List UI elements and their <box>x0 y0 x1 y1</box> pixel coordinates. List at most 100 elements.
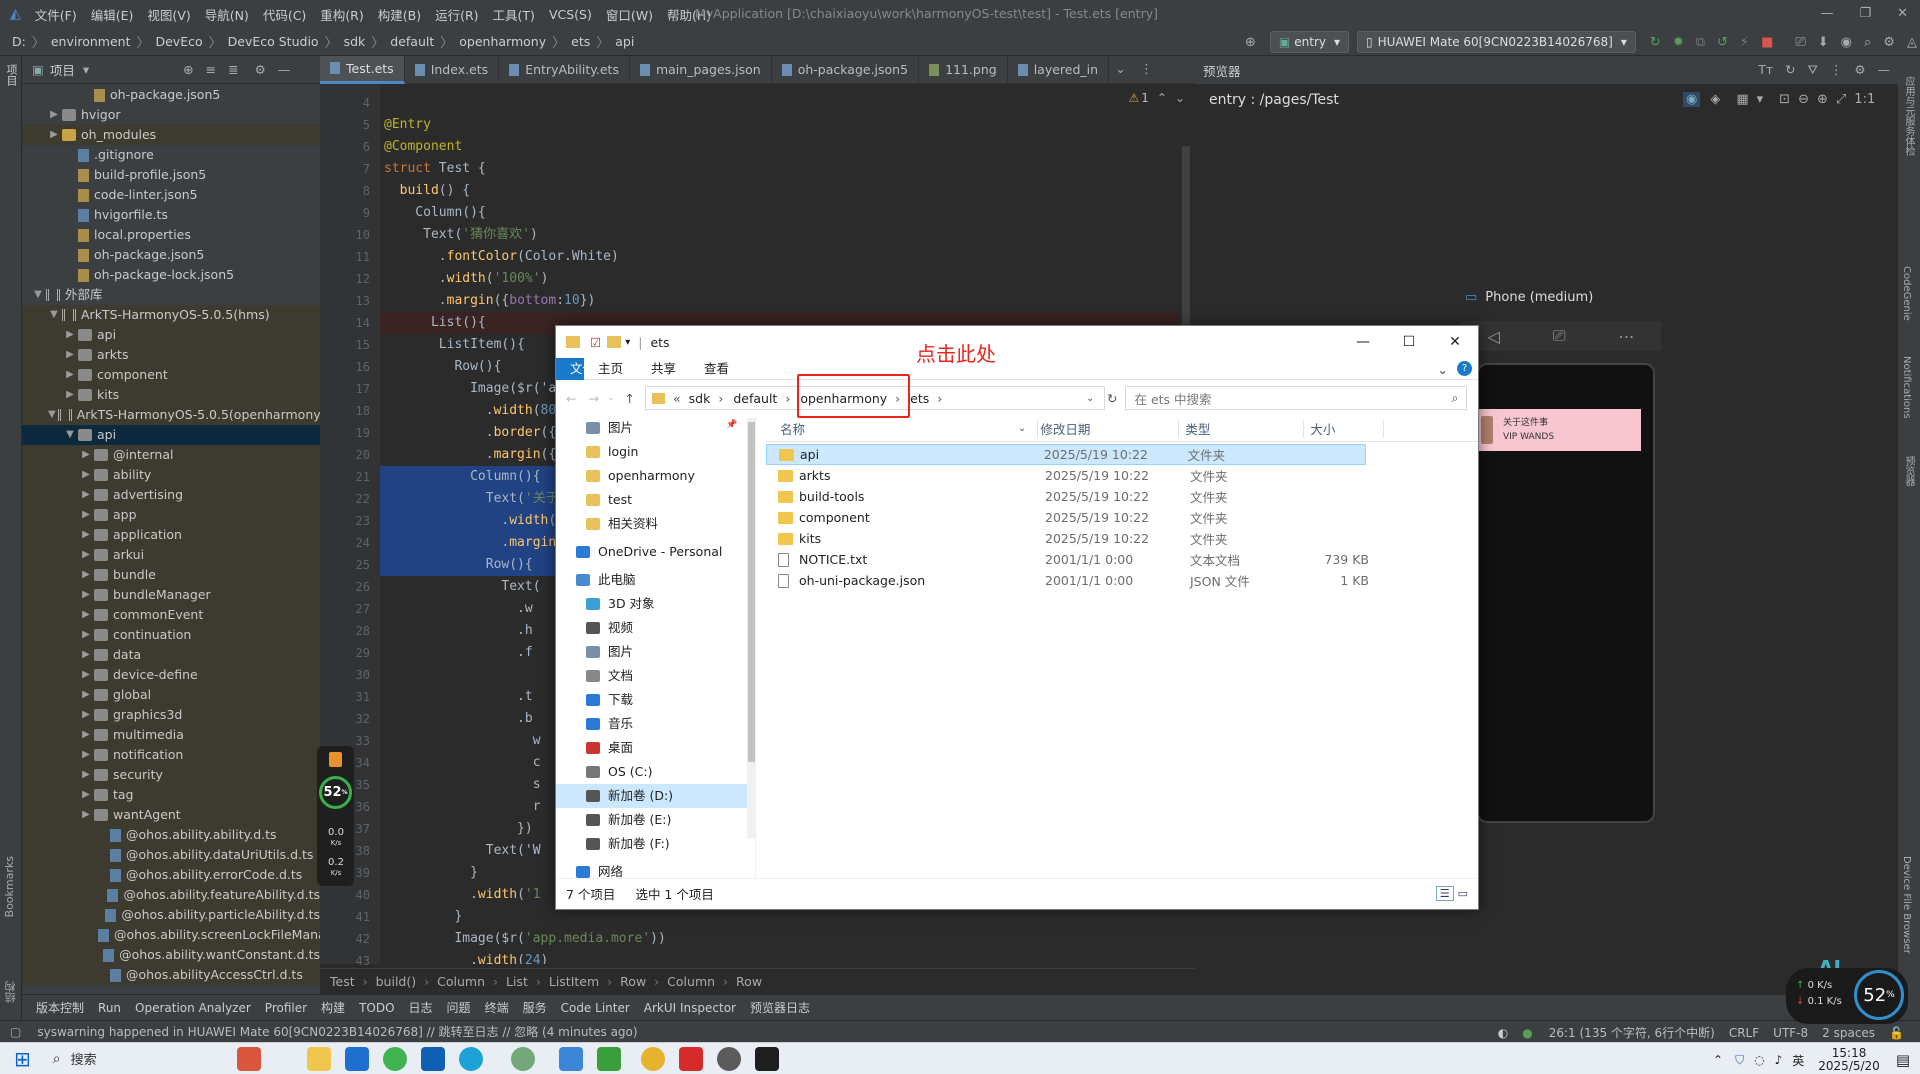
tree-item[interactable]: @ohos.ability.ability.d.ts <box>22 825 320 845</box>
inspector-icon[interactable]: ◉ <box>1683 92 1701 107</box>
tabs-dropdown-icon[interactable]: ⌄ <box>1115 62 1126 77</box>
file-row[interactable]: arkts 2025/5/19 10:22 文件夹 <box>766 465 1478 486</box>
tree-item[interactable]: ▼ 外部库 <box>22 285 320 305</box>
logo-icon[interactable]: ◬ <box>1907 35 1917 50</box>
tree-item[interactable]: ▶ api <box>22 325 320 345</box>
expand-arrow-icon[interactable]: ▶ <box>80 505 92 525</box>
chevron-down-icon[interactable]: ▾ <box>83 62 89 77</box>
more-icon[interactable]: ⋮ <box>1140 62 1153 77</box>
outlook-icon[interactable] <box>420 1046 445 1071</box>
code-line[interactable] <box>380 92 1180 114</box>
tree-item[interactable]: ▶ app <box>22 505 320 525</box>
expand-arrow-icon[interactable]: ▼ <box>48 405 56 425</box>
help-icon[interactable]: ? <box>1457 361 1472 376</box>
menu-item[interactable]: 文件(F) <box>35 5 77 24</box>
zoom-out-icon[interactable]: ⊖ <box>1798 92 1809 107</box>
recent-chevron-icon[interactable]: ⌄ <box>607 393 615 403</box>
menu-item[interactable]: 编辑(E) <box>91 5 134 24</box>
large-icons-view-icon[interactable]: ▭ <box>1458 887 1468 900</box>
tree-item[interactable]: local.properties <box>22 225 320 245</box>
tree-item[interactable]: ▶ tag <box>22 785 320 805</box>
tree-item[interactable]: .gitignore <box>22 145 320 165</box>
pin-icon[interactable]: 📌 <box>726 420 737 430</box>
tree-item[interactable]: ▶ ability <box>22 465 320 485</box>
tree-item[interactable]: @ohos.ability.dataUriUtils.d.ts <box>22 845 320 865</box>
tree-item[interactable]: oh-package-lock.json5 <box>22 265 320 285</box>
expand-arrow-icon[interactable]: ▶ <box>64 365 76 385</box>
code-breadcrumb-item[interactable]: Test <box>330 974 355 989</box>
ime-label[interactable]: 英 <box>1792 1052 1804 1069</box>
breadcrumb-item[interactable]: openharmony <box>459 34 546 49</box>
minimize-icon[interactable]: — <box>1340 334 1386 350</box>
cloud-icon[interactable] <box>558 1046 583 1071</box>
store-icon[interactable] <box>344 1046 369 1071</box>
expand-arrow-icon[interactable]: ▶ <box>80 725 92 745</box>
editor-tab[interactable]: 111.png <box>919 55 1008 84</box>
chevron-right-icon[interactable]: › <box>718 391 723 406</box>
code-breadcrumb-item[interactable]: ListItem <box>549 974 599 989</box>
terminal-icon[interactable] <box>754 1046 779 1071</box>
settings-icon[interactable] <box>716 1046 741 1071</box>
expand-arrow-icon[interactable]: ▶ <box>80 485 92 505</box>
nav-item[interactable]: 相关资料 <box>556 512 755 536</box>
performance-gauge[interactable]: 52% 0.0 K/s 0.2 K/s <box>317 746 354 886</box>
expand-arrow-icon[interactable]: ▼ <box>32 285 44 305</box>
preview-list-card[interactable]: 关于这件事 VIP WANDS <box>1479 409 1641 451</box>
breadcrumb-item[interactable]: D: <box>12 34 26 49</box>
device-toolbar[interactable]: ◁ ⎚ ⋯ <box>1461 321 1661 351</box>
collapse-all-icon[interactable]: ≣ <box>228 62 238 77</box>
status-message[interactable]: syswarning happened in HUAWEI Mate 60[9C… <box>37 1023 637 1040</box>
expand-arrow-icon[interactable]: ▼ <box>48 305 60 325</box>
code-breadcrumb-item[interactable]: List <box>506 974 528 989</box>
target-icon[interactable]: ⊕ <box>1245 35 1256 50</box>
tree-item[interactable]: ▶ graphics3d <box>22 705 320 725</box>
tree-item[interactable]: ▼ api <box>22 425 320 445</box>
ratio-icon[interactable]: 1:1 <box>1854 92 1875 107</box>
nav-item[interactable]: 下载 <box>556 688 755 712</box>
tree-item[interactable]: ▶ security <box>22 765 320 785</box>
code-line[interactable]: .width(24) <box>380 950 1180 964</box>
tool-window-button[interactable]: 终端 <box>485 999 509 1016</box>
expand-arrow-icon[interactable]: ▶ <box>80 645 92 665</box>
tree-item[interactable]: @ohos.ability.screenLockFileManager.d.ts <box>22 925 320 945</box>
tree-item[interactable]: build-profile.json5 <box>22 165 320 185</box>
nav-item[interactable]: 视频 <box>556 616 755 640</box>
code-line[interactable]: @Component <box>380 136 1180 158</box>
file-row[interactable]: NOTICE.txt 2001/1/1 0:00 文本文档 739 KB <box>766 549 1478 570</box>
edge-icon[interactable] <box>458 1046 483 1071</box>
search-input[interactable]: 在 ets 中搜索 ⌕ <box>1125 386 1468 410</box>
tree-item[interactable]: ▶ bundle <box>22 565 320 585</box>
right-tool-button[interactable]: CodeGenie <box>1901 266 1912 321</box>
taskbar-search[interactable]: 搜索 <box>71 1049 97 1068</box>
tree-item[interactable]: ▶ kits <box>22 385 320 405</box>
expand-arrow-icon[interactable]: ▶ <box>80 745 92 765</box>
nav-item[interactable]: 新加卷 (D:) <box>556 784 755 808</box>
profile-icon[interactable]: ⚡ <box>1740 35 1749 50</box>
network-badge[interactable]: ↑ 0 K/s ↓ 0.1 K/s 52% <box>1786 968 1908 1024</box>
locate-icon[interactable]: ⊕ <box>183 62 193 77</box>
forward-arrow-icon[interactable]: → <box>588 391 598 406</box>
ribbon-expand-icon[interactable]: ⌄ <box>1438 362 1448 377</box>
expand-arrow-icon[interactable]: ▶ <box>64 325 76 345</box>
expand-all-icon[interactable]: ≡ <box>206 62 216 77</box>
tool-window-button[interactable]: Run <box>98 1001 121 1015</box>
cursor-position[interactable]: 26:1 (135 个字符, 6行个中断) <box>1549 1024 1715 1041</box>
expand-arrow-icon[interactable]: ▶ <box>80 585 92 605</box>
tree-item[interactable]: hvigorfile.ts <box>22 205 320 225</box>
nav-item[interactable]: 此电脑 <box>556 568 755 592</box>
fit-icon[interactable]: ⤢ <box>1836 92 1846 107</box>
editor-tab[interactable]: layered_in <box>1008 55 1110 84</box>
expand-arrow-icon[interactable]: ▶ <box>48 125 60 145</box>
gear-icon[interactable]: ⚙ <box>255 62 266 77</box>
zoom-in-icon[interactable]: ⊕ <box>1817 92 1828 107</box>
column-header[interactable]: 类型 <box>1179 419 1305 438</box>
expand-arrow-icon[interactable]: ▶ <box>80 805 92 825</box>
previewer-actions[interactable]: Tт ↻ ⛛ ⋮ ⚙ — <box>1758 62 1890 78</box>
file-row[interactable]: oh-uni-package.json 2001/1/1 0:00 JSON 文件 1… <box>766 570 1478 591</box>
network-icon[interactable]: ◌ <box>1754 1053 1764 1067</box>
code-breadcrumb-item[interactable]: Row <box>736 974 762 989</box>
tree-item[interactable]: oh-package.json5 <box>22 245 320 265</box>
tree-item[interactable]: ▶ notification <box>22 745 320 765</box>
structure-tool-button[interactable]: 结构 <box>3 981 19 1003</box>
restore-icon[interactable]: ❐ <box>1859 6 1871 21</box>
